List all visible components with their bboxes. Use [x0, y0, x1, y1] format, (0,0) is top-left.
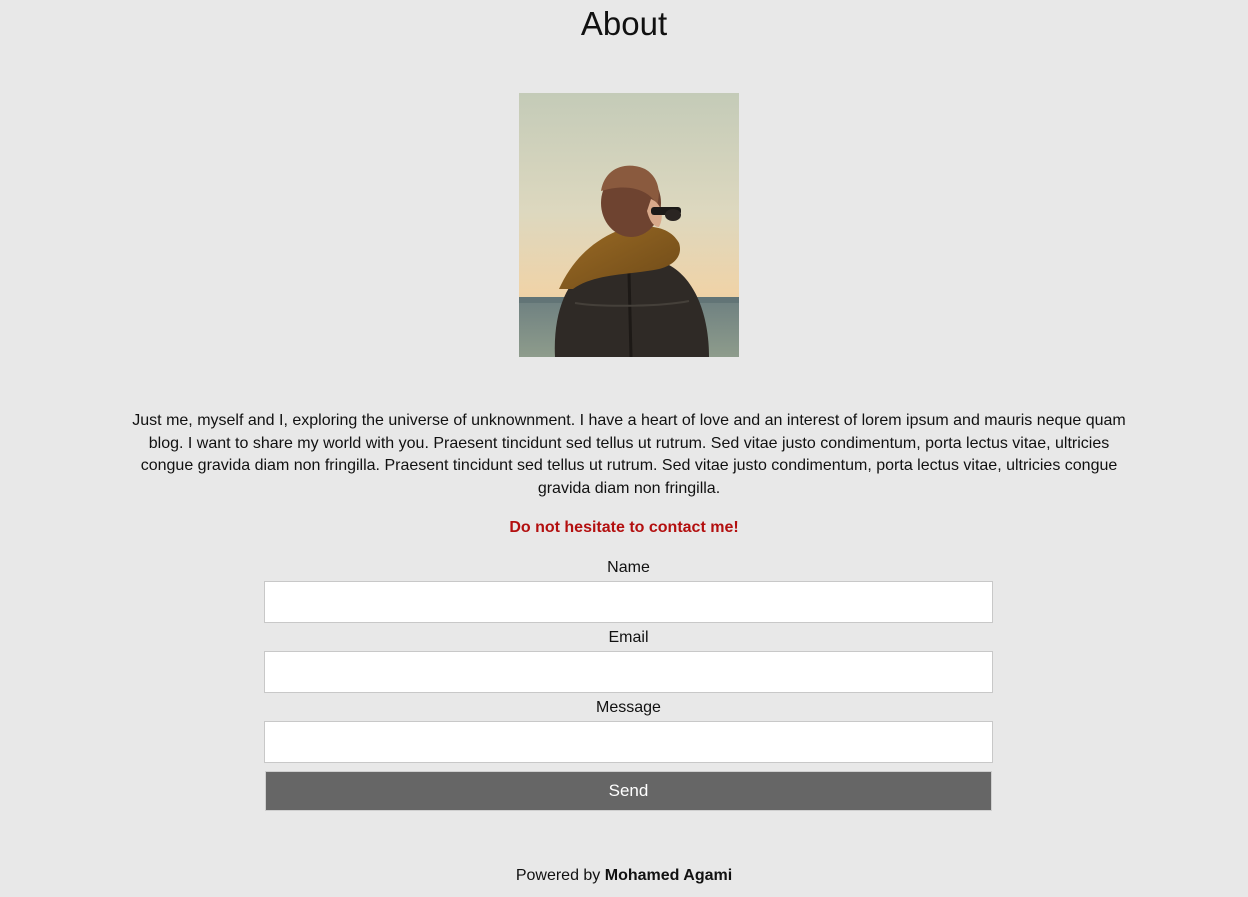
- message-field[interactable]: [264, 721, 993, 763]
- contact-cta: Do not hesitate to contact me!: [509, 519, 739, 536]
- footer-prefix: Powered by: [515, 867, 601, 884]
- bio-text: Just me, myself and I, exploring the uni…: [132, 412, 1126, 497]
- contact-form: Name Email Message Send: [264, 556, 993, 811]
- page-title: About: [580, 5, 668, 42]
- name-field[interactable]: [264, 581, 993, 623]
- message-label: Message: [596, 699, 661, 716]
- about-page: About Just me, myself and I, exploring t…: [0, 0, 1248, 897]
- footer-credit: Powered by Mohamed Agami: [0, 867, 1248, 885]
- footer-author: Mohamed Agami: [604, 867, 733, 884]
- profile-photo: [519, 93, 739, 357]
- send-button[interactable]: Send: [265, 771, 992, 811]
- email-field[interactable]: [264, 651, 993, 693]
- email-label: Email: [608, 629, 649, 646]
- name-label: Name: [607, 559, 650, 576]
